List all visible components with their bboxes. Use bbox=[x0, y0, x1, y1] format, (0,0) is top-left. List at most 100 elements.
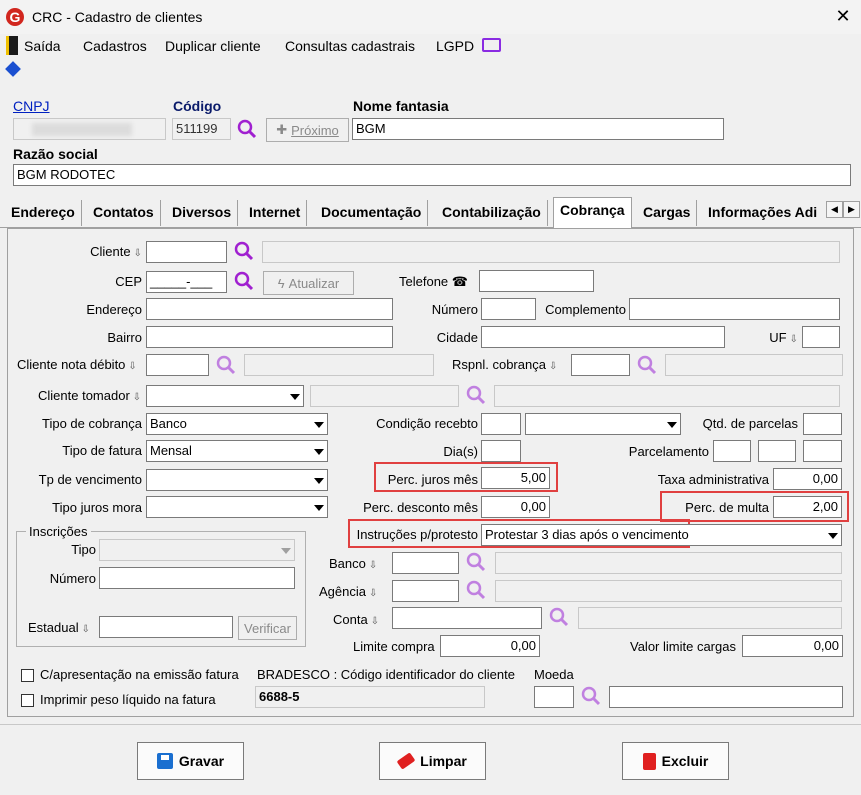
banco-search-icon[interactable] bbox=[466, 552, 486, 572]
numero-label: Número bbox=[431, 302, 478, 317]
cliente-tomador-name-field bbox=[310, 385, 459, 407]
codigo-search-icon[interactable] bbox=[237, 119, 257, 139]
taxa-administrativa-field[interactable]: 0,00 bbox=[773, 468, 842, 490]
estadual-field[interactable] bbox=[99, 616, 233, 638]
telefone-field[interactable] bbox=[479, 270, 594, 292]
conta-name-field bbox=[578, 607, 842, 629]
cliente-field[interactable] bbox=[146, 241, 227, 263]
tab-cargas[interactable]: Cargas bbox=[637, 200, 698, 226]
cliente-nota-debito-field[interactable] bbox=[146, 354, 209, 376]
cliente-tomador-extra-field bbox=[494, 385, 840, 407]
imprimir-peso-checkbox[interactable] bbox=[21, 694, 34, 707]
parcelamento-field-3[interactable] bbox=[803, 440, 842, 462]
menu-lgpd[interactable]: LGPD bbox=[436, 38, 474, 54]
cliente-nota-debito-search-icon[interactable] bbox=[216, 355, 236, 375]
verificar-button[interactable]: Verificar bbox=[238, 616, 297, 640]
cnpj-blurred-value bbox=[32, 123, 132, 136]
cliente-search-icon[interactable] bbox=[234, 241, 254, 261]
cnpj-field[interactable] bbox=[13, 118, 166, 140]
condicao-recebto-code-field[interactable] bbox=[481, 413, 521, 435]
down-arrow-icon: ⇩ bbox=[368, 560, 378, 571]
moeda-name-field[interactable] bbox=[609, 686, 843, 708]
menu-cadastros[interactable]: Cadastros bbox=[83, 38, 147, 54]
tab-informacoes-adicionais[interactable]: Informações Adi bbox=[702, 200, 826, 226]
uf-field[interactable] bbox=[802, 326, 840, 348]
tab-scroll-right-icon[interactable]: ▶ bbox=[843, 201, 860, 218]
limite-compra-field[interactable]: 0,00 bbox=[440, 635, 540, 657]
proximo-button[interactable]: ✚ Próximo bbox=[266, 118, 349, 142]
moeda-search-icon[interactable] bbox=[581, 686, 601, 706]
exit-door-icon[interactable] bbox=[6, 36, 18, 55]
gravar-button[interactable]: Gravar bbox=[137, 742, 244, 780]
menu-saida[interactable]: Saída bbox=[24, 38, 61, 54]
agencia-search-icon[interactable] bbox=[466, 580, 486, 600]
atualizar-button[interactable]: ϟ Atualizar bbox=[263, 271, 354, 295]
complemento-label: Complemento bbox=[545, 302, 626, 317]
tab-diversos[interactable]: Diversos bbox=[166, 200, 239, 226]
endereco-field[interactable] bbox=[146, 298, 393, 320]
cliente-nota-debito-label: Cliente nota débito ⇩ bbox=[17, 357, 137, 372]
tp-vencimento-combo[interactable] bbox=[146, 469, 328, 491]
down-arrow-icon: ⇩ bbox=[548, 361, 558, 372]
bairro-label: Bairro bbox=[107, 330, 142, 345]
tipo-cobranca-combo[interactable]: Banco bbox=[146, 413, 328, 435]
agencia-field[interactable] bbox=[392, 580, 459, 602]
numero-inscricao-field[interactable] bbox=[99, 567, 295, 589]
cep-field[interactable]: _____-___ bbox=[146, 271, 227, 293]
app-logo-icon: G bbox=[6, 8, 24, 26]
complemento-field[interactable] bbox=[629, 298, 840, 320]
qtd-parcelas-field[interactable] bbox=[803, 413, 842, 435]
cidade-field[interactable] bbox=[481, 326, 725, 348]
tipo-fatura-label: Tipo de fatura bbox=[62, 443, 142, 458]
rspnl-cobranca-name-field bbox=[665, 354, 843, 376]
tab-cobranca[interactable]: Cobrança bbox=[553, 197, 632, 228]
excluir-button[interactable]: Excluir bbox=[622, 742, 729, 780]
down-arrow-icon: ⇩ bbox=[132, 392, 142, 403]
tipo-fatura-combo[interactable]: Mensal bbox=[146, 440, 328, 462]
menu-consultas-cadastrais[interactable]: Consultas cadastrais bbox=[285, 38, 415, 54]
instrucoes-protesto-combo[interactable]: Protestar 3 dias após o vencimento bbox=[481, 524, 842, 546]
tipo-combo[interactable] bbox=[99, 539, 295, 561]
conta-label: Conta ⇩ bbox=[333, 612, 380, 627]
rspnl-cobranca-search-icon[interactable] bbox=[637, 355, 657, 375]
c-apresentacao-checkbox[interactable] bbox=[21, 669, 34, 682]
cliente-tomador-combo[interactable] bbox=[146, 385, 304, 407]
conta-search-icon[interactable] bbox=[549, 607, 569, 627]
rspnl-cobranca-field[interactable] bbox=[571, 354, 630, 376]
cep-search-icon[interactable] bbox=[234, 271, 254, 291]
inscricoes-legend: Inscrições bbox=[26, 524, 91, 539]
tipo-juros-mora-combo[interactable] bbox=[146, 496, 328, 518]
diamond-nav-icon[interactable] bbox=[5, 61, 21, 77]
codigo-field[interactable]: 511199 bbox=[172, 118, 231, 140]
perc-desconto-mes-field[interactable]: 0,00 bbox=[481, 496, 550, 518]
lightning-icon: ϟ bbox=[277, 275, 285, 291]
tab-contabilizacao[interactable]: Contabilização bbox=[436, 200, 548, 226]
moeda-field[interactable] bbox=[534, 686, 574, 708]
save-disk-icon bbox=[156, 753, 173, 769]
banco-field[interactable] bbox=[392, 552, 459, 574]
tab-endereco[interactable]: Endereço bbox=[5, 200, 82, 226]
condicao-recebto-combo[interactable] bbox=[525, 413, 681, 435]
parcelamento-field-2[interactable] bbox=[758, 440, 796, 462]
cliente-tomador-search-icon[interactable] bbox=[466, 385, 486, 405]
perc-juros-mes-field[interactable]: 5,00 bbox=[481, 467, 550, 489]
tab-documentacao[interactable]: Documentação bbox=[315, 200, 429, 226]
valor-limite-cargas-field[interactable]: 0,00 bbox=[742, 635, 843, 657]
monitor-icon[interactable] bbox=[482, 38, 501, 52]
bairro-field[interactable] bbox=[146, 326, 393, 348]
close-button[interactable]: ✕ bbox=[832, 6, 854, 27]
razao-social-field[interactable]: BGM RODOTEC bbox=[13, 164, 851, 186]
limpar-button[interactable]: Limpar bbox=[379, 742, 486, 780]
tab-scroll-left-icon[interactable]: ◀ bbox=[826, 201, 843, 218]
parcelamento-field-1[interactable] bbox=[713, 440, 751, 462]
excluir-label: Excluir bbox=[661, 753, 709, 769]
perc-multa-field[interactable]: 2,00 bbox=[773, 496, 842, 518]
cnpj-label-link[interactable]: CNPJ bbox=[13, 98, 50, 114]
dias-field[interactable] bbox=[481, 440, 521, 462]
numero-field[interactable] bbox=[481, 298, 536, 320]
menu-duplicar-cliente[interactable]: Duplicar cliente bbox=[165, 38, 261, 54]
tab-contatos[interactable]: Contatos bbox=[87, 200, 161, 226]
tab-internet[interactable]: Internet bbox=[243, 200, 308, 226]
nome-fantasia-field[interactable]: BGM bbox=[352, 118, 724, 140]
conta-field[interactable] bbox=[392, 607, 542, 629]
